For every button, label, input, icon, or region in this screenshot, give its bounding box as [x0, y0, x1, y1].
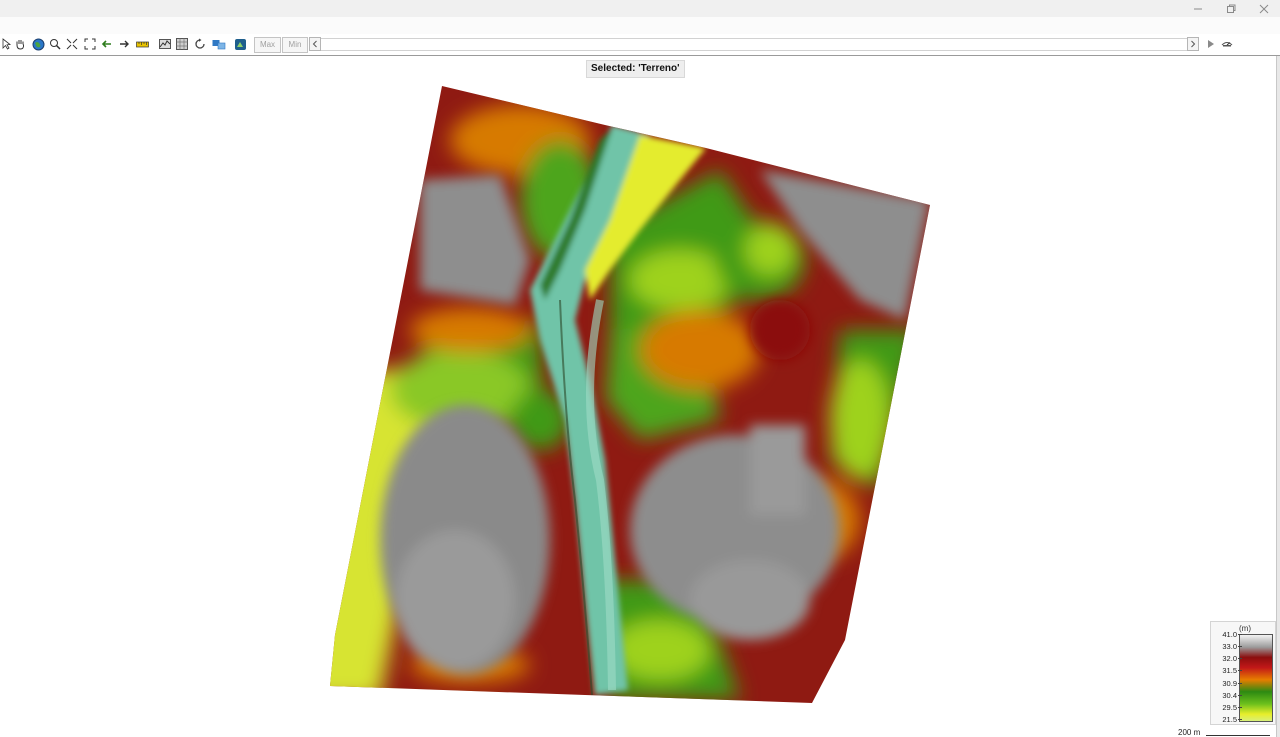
scale-bar: 200 m [1172, 729, 1272, 737]
back-tool[interactable] [100, 37, 114, 51]
pointer-icon [2, 38, 12, 50]
pan-tool[interactable] [13, 37, 27, 51]
chevron-right-icon [1191, 40, 1196, 48]
map-toolbar: Max Min [0, 34, 1280, 56]
legend-color-ramp [1239, 634, 1273, 722]
globe-tool[interactable] [31, 37, 45, 51]
scroll-right-button[interactable] [1187, 37, 1199, 51]
legend-tick: 30.9 [1211, 679, 1242, 688]
terrain-raster [330, 86, 930, 703]
speed-button[interactable] [1220, 37, 1234, 51]
scale-label: 200 m [1178, 728, 1201, 737]
selected-layer-label: Selected: 'Terreno' [586, 60, 685, 78]
forward-tool[interactable] [117, 37, 131, 51]
legend-tick: 31.5 [1211, 666, 1242, 675]
grid-tool[interactable] [175, 37, 189, 51]
measure-tool[interactable] [135, 37, 149, 51]
minimize-button[interactable] [1181, 0, 1214, 17]
zoom-tool[interactable] [48, 37, 62, 51]
window-controls [1181, 0, 1280, 17]
grid-icon [176, 38, 188, 50]
restore-button[interactable] [1214, 0, 1247, 17]
zoom-extents-tool[interactable] [65, 37, 79, 51]
flow-tool[interactable] [212, 37, 226, 51]
legend-tick: 29.5 [1211, 703, 1242, 712]
3d-view-tool[interactable] [233, 37, 247, 51]
legend-tick: 30.4 [1211, 691, 1242, 700]
full-extent-tool[interactable] [83, 37, 97, 51]
forward-arrow-icon [120, 40, 129, 48]
legend-tick: 32.0 [1211, 654, 1242, 663]
menu-strip [0, 17, 1280, 34]
3d-view-icon [234, 38, 246, 50]
play-icon [1208, 40, 1214, 48]
back-arrow-icon [101, 40, 111, 48]
close-icon [1259, 4, 1268, 13]
legend-tick: 21.5 [1211, 715, 1242, 724]
speed-icon [1221, 42, 1233, 47]
pointer-tool[interactable] [0, 37, 14, 51]
legend-tick: 41.0 [1211, 630, 1242, 639]
scale-line [1206, 735, 1270, 736]
zoom-extents-icon [66, 38, 78, 50]
play-button[interactable] [1204, 37, 1218, 51]
zoom-icon [50, 39, 61, 50]
max-button[interactable]: Max [254, 37, 281, 53]
measure-ruler-icon [135, 41, 149, 48]
terrain-map[interactable] [0, 56, 1276, 737]
legend-tick: 33.0 [1211, 642, 1242, 651]
close-button[interactable] [1247, 0, 1280, 17]
flow-icon [212, 40, 226, 50]
right-border [1276, 56, 1280, 737]
legend-unit: (m) [1239, 624, 1251, 633]
globe-icon [32, 38, 44, 50]
profile-tool[interactable] [158, 37, 172, 51]
map-view[interactable] [0, 56, 1276, 737]
pan-hand-icon [16, 40, 25, 50]
title-bar [0, 0, 1280, 17]
minimize-icon [1193, 8, 1202, 9]
full-extent-icon [84, 38, 96, 50]
rotate-icon [195, 38, 205, 49]
rotate-tool[interactable] [193, 37, 207, 51]
profile-icon [159, 39, 171, 49]
min-button[interactable]: Min [282, 37, 308, 53]
restore-icon [1226, 4, 1235, 13]
chevron-left-icon [312, 40, 317, 48]
scroll-left-button[interactable] [309, 37, 321, 51]
time-scrollbar[interactable] [321, 38, 1188, 51]
elevation-legend: (m) 41.0 33.0 32.0 31.5 30.9 30.4 29.5 2… [1210, 621, 1276, 725]
